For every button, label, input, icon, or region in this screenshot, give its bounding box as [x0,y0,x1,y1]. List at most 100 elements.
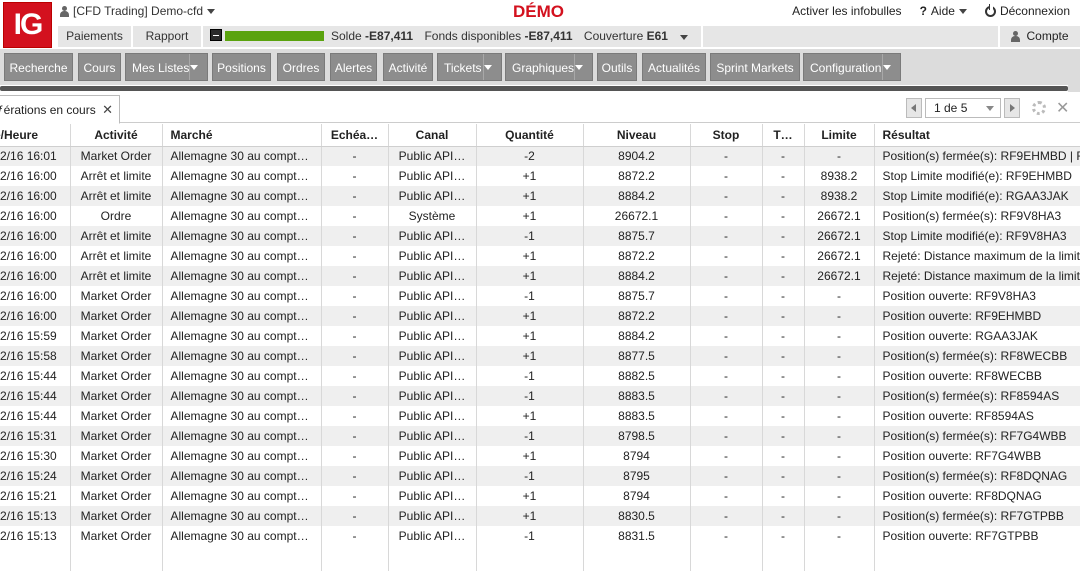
cell-t: - [762,206,805,226]
col-date[interactable]: te/Heure [0,124,71,147]
chevron-right-icon[interactable] [1004,97,1020,118]
cell-niveau: 8872.2 [583,166,691,186]
fonds-label: Fonds disponibles [424,29,522,43]
minus-icon[interactable] [210,29,222,41]
cell-quantite: +1 [476,486,584,506]
paiements-tab[interactable]: Paiements [58,26,131,47]
table-row[interactable]: /02/16 15:13 Market OrderAllemagne 30 au … [0,506,1080,526]
cell-stop: - [690,426,763,446]
table-row[interactable]: /02/16 15:44 Market OrderAllemagne 30 au … [0,406,1080,426]
table-row[interactable]: /02/16 16:00OrdreAllemagne 30 au compt…-… [0,206,1080,226]
caret-down-icon [190,65,198,71]
table-row[interactable]: /02/16 15:21 Market OrderAllemagne 30 au … [0,486,1080,506]
aide-menu[interactable]: ? Aide [920,4,967,18]
table-row[interactable]: /02/16 15:59 Market OrderAllemagne 30 au … [0,326,1080,346]
cell-marche: Allemagne 30 au compt… [162,526,322,546]
cell-marche: Allemagne 30 au compt… [162,346,322,366]
cell-t: - [762,426,805,446]
table-row[interactable]: /02/16 15:13 Market OrderAllemagne 30 au … [0,526,1080,546]
table-row[interactable]: /02/16 15:31 Market OrderAllemagne 30 au … [0,426,1080,446]
cell-stop: - [690,226,763,246]
col-echeance[interactable]: Echéa… [321,124,389,147]
col-limite[interactable]: Limite [804,124,875,147]
table-row[interactable]: /02/16 16:01 Market OrderAllemagne 30 au … [0,146,1080,166]
account-bar: Paiements Rapport Solde -E87,411 Fonds d… [58,26,1080,47]
close-icon[interactable]: ✕ [102,96,113,124]
cell-quantite: +1 [476,506,584,526]
table-row[interactable]: /02/16 16:00 Arrêt et limiteAllemagne 30 … [0,266,1080,286]
cell-date: /02/16 15:24 [0,466,71,486]
infobulles-link[interactable]: Activer les infobulles [792,4,901,18]
horizontal-scrollbar[interactable] [0,86,1068,91]
cell-echeance: - [321,486,389,506]
table-row[interactable]: /02/16 16:00 Market OrderAllemagne 30 au … [0,306,1080,326]
col-t[interactable]: T… [762,124,805,147]
balance-caret-down-icon[interactable] [680,35,688,40]
balance-summary: Solde -E87,411 Fonds disponibles -E87,41… [331,26,676,47]
cell-marche: Allemagne 30 au compt… [162,206,322,226]
table-row[interactable]: /02/16 15:30 Market OrderAllemagne 30 au … [0,446,1080,466]
table-row[interactable]: /02/16 15:44 Market OrderAllemagne 30 au … [0,386,1080,406]
menu-activite[interactable]: Activité [383,53,433,81]
compte-button[interactable]: Compte [1000,26,1080,47]
col-marche[interactable]: Marché [162,124,322,147]
cell-resultat: Stop Limite modifié(e): RF9EHMBD [874,166,1080,186]
menu-alertes[interactable]: Alertes [330,53,377,81]
cell-stop: - [690,486,763,506]
menu-positions[interactable]: Positions [212,53,271,81]
cell-limite: 26672.1 [804,246,875,266]
col-stop[interactable]: Stop [690,124,763,147]
menu-mes-listes[interactable]: Mes Listes [125,53,208,81]
table-row[interactable]: /02/16 15:24 Market OrderAllemagne 30 au … [0,466,1080,486]
account-selector[interactable]: [CFD Trading] Demo-cfd [60,4,216,18]
chevron-left-icon[interactable] [906,97,922,118]
menu-outils[interactable]: Outils [597,53,637,81]
menu-actualites[interactable]: Actualités [642,53,706,81]
cell-resultat: Position(s) fermée(s): RF9EHMBD | RGAA3J… [874,146,1080,166]
table-row[interactable]: /02/16 15:58 Market OrderAllemagne 30 au … [0,346,1080,366]
table-row[interactable]: /02/16 15:44 Market OrderAllemagne 30 au … [0,366,1080,386]
compte-label: Compte [1026,29,1069,43]
menu-recherche[interactable]: Recherche [4,53,73,81]
tab-operations[interactable]: ƒérations en cours ✕ [0,95,120,124]
cell-limite: - [804,466,875,486]
col-quantite[interactable]: Quantité [476,124,584,147]
cell-resultat: Position(s) fermée(s): RF8594AS [874,386,1080,406]
close-icon[interactable]: ✕ [1056,98,1069,118]
col-resultat[interactable]: Résultat [874,124,1080,147]
table-row[interactable]: /02/16 16:00 Arrêt et limiteAllemagne 30 … [0,186,1080,206]
col-niveau[interactable]: Niveau [583,124,691,147]
scrollbar-end [1068,84,1080,92]
table-row[interactable]: /02/16 16:00 Arrêt et limiteAllemagne 30 … [0,246,1080,266]
cell-echeance: - [321,386,389,406]
menu-sprint-markets[interactable]: Sprint Markets [710,53,800,81]
table-row[interactable]: /02/16 16:00 Arrêt et limiteAllemagne 30 … [0,166,1080,186]
gear-icon[interactable] [1032,101,1046,115]
rapport-tab[interactable]: Rapport [133,26,201,47]
logout-link[interactable]: Déconnexion [984,3,1070,18]
menu-positions-label: Positions [217,61,266,75]
cell-stop: - [690,446,763,466]
menu-graphiques[interactable]: Graphiques [505,53,593,81]
menu-configuration[interactable]: Configuration [803,53,901,81]
table-row[interactable]: /02/16 16:00 Arrêt et limiteAllemagne 30 … [0,226,1080,246]
page-select[interactable]: 1 de 5 [925,97,1001,118]
cell-quantite: -1 [476,426,584,446]
cell-echeance: - [321,226,389,246]
cell-activite: Market Order [70,306,163,326]
col-activite[interactable]: Activité [70,124,163,147]
cell-niveau: 8884.2 [583,266,691,286]
menu-ordres[interactable]: Ordres [277,53,325,81]
cell-stop: - [690,406,763,426]
cell-date: /02/16 15:59 [0,326,71,346]
cell-limite: - [804,346,875,366]
cell-echeance: - [321,446,389,466]
col-canal[interactable]: Canal [388,124,477,147]
menu-tickets[interactable]: Tickets [437,53,502,81]
table-row[interactable]: /02/16 16:00 Market OrderAllemagne 30 au … [0,286,1080,306]
cell-niveau: 8882.5 [583,366,691,386]
menu-cours[interactable]: Cours [78,53,121,81]
cell-date-text: /02/16 16:00 [0,189,57,203]
cell-niveau: 8795 [583,466,691,486]
cell-stop: - [690,266,763,286]
